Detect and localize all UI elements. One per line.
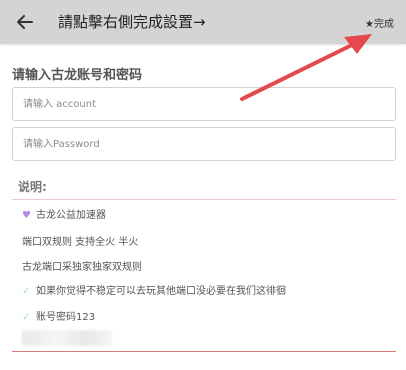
check-icon: ✓ — [22, 312, 31, 323]
credentials-label: 请输入古龙账号和密码 — [12, 68, 143, 83]
divider — [12, 199, 396, 200]
note-item: ✓ 如果你觉得不稳定可以去玩其他端口没必要在我们这徘徊 — [22, 282, 286, 297]
password-input[interactable] — [12, 127, 396, 161]
heart-icon: ♥ — [22, 210, 31, 221]
notes-title: 说明: — [18, 180, 47, 194]
note-text: 古龙公益加速器 — [36, 210, 106, 221]
account-input[interactable] — [12, 87, 396, 121]
note-item: ♥ 古龙公益加速器 — [22, 206, 106, 221]
page-title: 請點擊右側完成設置→ — [58, 13, 206, 31]
blurred-content — [22, 330, 112, 346]
note-text: 端口双规则 支持全火 半火 — [22, 237, 139, 248]
done-button[interactable]: ★完成 — [365, 15, 394, 30]
note-item: 端口双规则 支持全火 半火 — [22, 233, 138, 248]
note-text: 如果你觉得不稳定可以去玩其他端口没必要在我们这徘徊 — [36, 286, 286, 297]
check-icon: ✓ — [22, 286, 31, 297]
app-bar: 請點擊右側完成設置→ ★完成 — [0, 0, 406, 44]
note-text: 古龙端口采独家独家双规则 — [22, 262, 142, 273]
note-text: 账号密码123 — [36, 312, 96, 323]
note-item: 古龙端口采独家独家双规则 — [22, 258, 142, 273]
divider — [12, 351, 396, 352]
note-item: ✓ 账号密码123 — [22, 308, 95, 323]
back-arrow-icon[interactable] — [12, 10, 38, 34]
